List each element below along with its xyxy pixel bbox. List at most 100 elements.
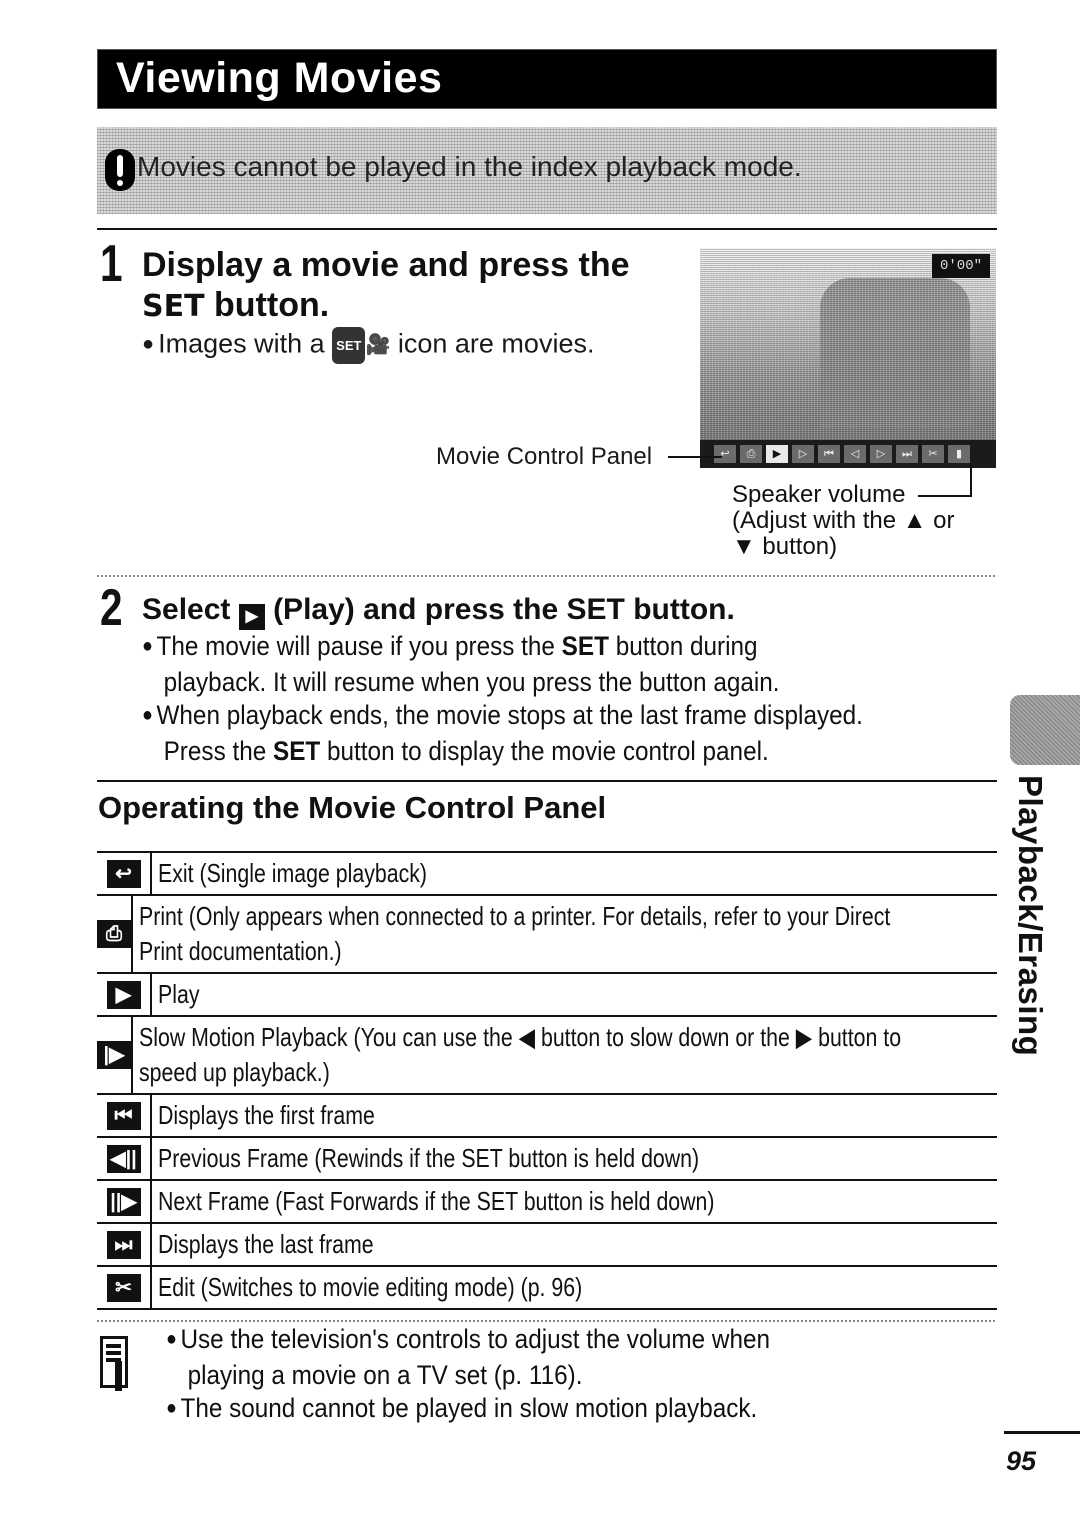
callout-movie-control-panel: Movie Control Panel (436, 443, 653, 470)
table-row: ◀|| Previous Frame (Rewinds if the SET bu… (97, 1138, 997, 1181)
description-line: speed up playback.) (139, 1055, 1068, 1090)
step-2-title-pre: Select (142, 593, 239, 626)
control-description: Previous Frame (Rewinds if the SET butto… (152, 1138, 997, 1179)
icon-cell: ⏮ (97, 1095, 152, 1136)
step-1-number: 1 (100, 235, 123, 293)
description-line: Previous Frame (Rewinds if the SET butto… (158, 1141, 991, 1176)
camera-screen-image: 0'00" ↩ ⎙ ▶ ▷ ⏮ ◁ ▷ ⏭ ✂ ▮ (700, 248, 996, 468)
note-bullet: Use the television's controls to adjust … (166, 1323, 913, 1359)
description-line: Displays the last frame (158, 1227, 991, 1262)
description-text: Previous Frame (Rewinds if the SET butto… (158, 1143, 700, 1173)
bullet-text-post: icon are movies. (390, 328, 595, 359)
icon-cell: ▶ (97, 974, 152, 1015)
chapter-tab (1010, 695, 1080, 765)
bullet-text-pre: Images with a (158, 328, 333, 359)
lcd-control-slow-icon: ▷ (792, 445, 814, 463)
lcd-control-edit-icon: ✂ (922, 445, 944, 463)
first-frame-icon: ⏮ (106, 1101, 141, 1130)
adjust-note-line2: ▼ button) (732, 533, 838, 560)
caution-icon (105, 149, 135, 191)
icon-cell: ⎙ (97, 896, 133, 972)
play-icon: ▶ (106, 980, 141, 1009)
description-line: Print documentation.) (139, 934, 1055, 969)
control-description: Displays the first frame (152, 1095, 997, 1136)
step-2-title-mid: (Play) and press the (264, 593, 567, 626)
control-description: Play (152, 974, 997, 1015)
description-line: Exit (Single image playback) (158, 856, 991, 891)
icon-cell: ||▶ (97, 1181, 152, 1222)
description-line: Slow Motion Playback (You can use the ◀ … (139, 1020, 1068, 1055)
icon-cell: ↩ (97, 853, 152, 894)
lcd-control-play-icon: ▶ (766, 445, 788, 463)
description-text: Print (Only appears when connected to a … (139, 901, 891, 931)
movie-camera-icon: 🎥 (365, 334, 391, 356)
control-description: Edit (Switches to movie editing mode) (p… (152, 1267, 997, 1308)
callout-line (970, 465, 972, 496)
memo-icon (100, 1336, 128, 1391)
description-text: Next Frame (Fast Forwards if the SET but… (158, 1186, 715, 1216)
previous-frame-icon: ◀|| (106, 1144, 141, 1173)
description-line: Displays the first frame (158, 1098, 991, 1133)
description-line: Edit (Switches to movie editing mode) (p… (158, 1270, 991, 1305)
next-frame-icon: ||▶ (106, 1187, 141, 1216)
chapter-label: Playback/Erasing (1003, 775, 1063, 1065)
step-1-title-line1: Display a movie and press the (142, 246, 630, 284)
section-divider (97, 780, 997, 782)
lcd-control-volume-icon: ▮ (948, 445, 970, 463)
note-bullet: The sound cannot be played in slow motio… (166, 1392, 913, 1428)
bullet-text: button during (608, 631, 758, 661)
table-row: ⏭ Displays the last frame (97, 1224, 997, 1267)
chapter-label-text: Playback/Erasing (1012, 775, 1049, 1057)
bullet-text: The movie will pause if you press the (156, 631, 562, 661)
icon-cell: ✂ (97, 1267, 152, 1308)
last-frame-icon: ⏭ (106, 1230, 141, 1259)
table-row: ||▶ Next Frame (Fast Forwards if the SET … (97, 1181, 997, 1224)
set-label: SET (561, 631, 609, 661)
description-line: Play (158, 977, 991, 1012)
step-1-title: Display a movie and press the SET button… (142, 245, 630, 327)
movie-control-panel: ↩ ⎙ ▶ ▷ ⏮ ◁ ▷ ⏭ ✂ ▮ (700, 440, 996, 468)
control-description: Slow Motion Playback (You can use the ◀ … (133, 1017, 1074, 1093)
control-description: Displays the last frame (152, 1224, 997, 1265)
table-row: ⏮ Displays the first frame (97, 1095, 997, 1138)
set-label: SET (142, 289, 205, 324)
exit-icon: ↩ (106, 859, 141, 888)
speaker-volume-label: Speaker volume (732, 481, 906, 508)
notes-list: Use the television's controls to adjust … (166, 1323, 996, 1428)
control-description: Print (Only appears when connected to a … (133, 896, 1061, 972)
edit-scissors-icon: ✂ (106, 1273, 141, 1302)
lcd-control-prev-icon: ◁ (844, 445, 866, 463)
callout-speaker-volume: Speaker volume (Adjust with the ▲ or ▼ b… (732, 482, 955, 560)
description-text: Displays the last frame (158, 1229, 374, 1259)
description-text: Edit (Switches to movie editing mode) (p… (158, 1272, 583, 1302)
step-1-bullet: Images with a SET🎥 icon are movies. (142, 327, 594, 364)
slow-motion-icon: |▶ (97, 1041, 131, 1069)
section-divider (97, 1320, 997, 1322)
lcd-control-print-icon: ⎙ (740, 445, 762, 463)
bullet-continuation: Press the SET button to display the movi… (142, 735, 916, 768)
description-line: Next Frame (Fast Forwards if the SET but… (158, 1184, 991, 1219)
section-heading: Operating the Movie Control Panel (98, 790, 607, 825)
bullet-continuation: playback. It will resume when you press … (163, 667, 780, 697)
step-2-title: Select ▶ (Play) and press the SET button… (142, 590, 735, 630)
lcd-control-next-icon: ▷ (870, 445, 892, 463)
bullet-text: button to display the movie control pane… (320, 736, 769, 766)
movie-time-display: 0'00" (931, 254, 990, 278)
section-divider (97, 575, 997, 577)
step-2-number: 2 (100, 579, 123, 637)
lcd-control-first-icon: ⏮ (818, 445, 840, 463)
description-text: speed up playback.) (139, 1057, 330, 1087)
play-icon: ▶ (238, 604, 265, 630)
image-texture (700, 248, 996, 468)
table-row: ▶ Play (97, 974, 997, 1017)
page-title: Viewing Movies (116, 54, 443, 102)
adjust-note-line1: (Adjust with the ▲ or (732, 507, 955, 534)
description-text: Displays the first frame (158, 1100, 375, 1130)
step-2-bullets: The movie will pause if you press the SE… (142, 630, 1002, 768)
table-row: ⎙ Print (Only appears when connected to a… (97, 896, 997, 974)
set-label: SET (566, 593, 625, 626)
table-row: ↩ Exit (Single image playback) (97, 851, 997, 896)
icon-cell: ◀|| (97, 1138, 152, 1179)
page-number-rule (1004, 1431, 1080, 1434)
set-label: SET (273, 736, 321, 766)
